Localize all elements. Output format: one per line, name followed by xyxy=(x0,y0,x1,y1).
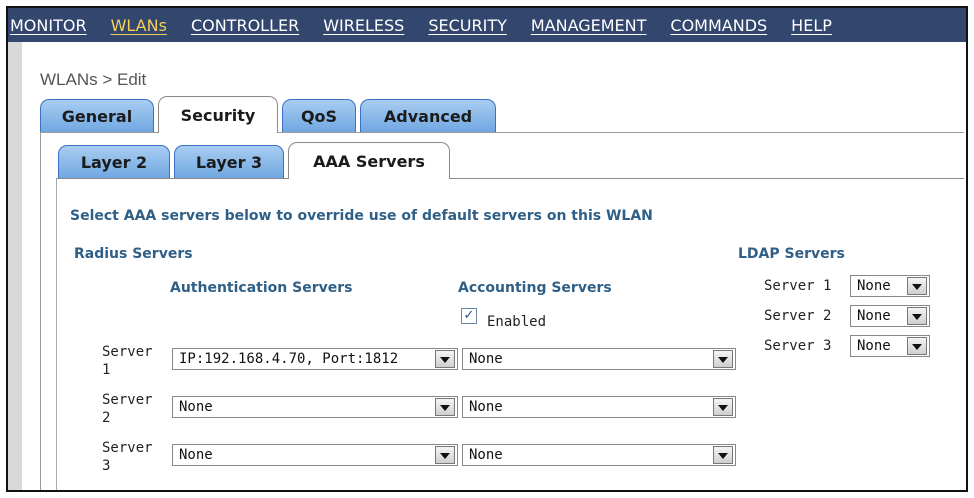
accounting-servers-heading: Accounting Servers xyxy=(458,280,612,296)
acct-server1-value: None xyxy=(469,351,503,367)
acct-server3-value: None xyxy=(469,447,503,463)
acct-server3-select[interactable]: None xyxy=(462,444,736,466)
auth-server3-select[interactable]: None xyxy=(172,444,458,466)
nav-management[interactable]: MANAGEMENT xyxy=(519,16,659,35)
radius-server3-number: 3 xyxy=(102,458,111,474)
chevron-down-icon[interactable] xyxy=(435,446,455,464)
subtab-layer2-label: Layer 2 xyxy=(80,153,148,172)
acct-server1-select[interactable]: None xyxy=(462,348,736,370)
chevron-down-icon[interactable] xyxy=(713,398,733,416)
auth-server3-value: None xyxy=(179,447,213,463)
window-frame: MONITOR WLANs CONTROLLER WIRELESS SECURI… xyxy=(6,6,968,492)
subtab-layer3-label: Layer 3 xyxy=(195,153,263,172)
page-title: WLANs > Edit xyxy=(40,70,147,89)
nav-commands[interactable]: COMMANDS xyxy=(658,16,779,35)
ldap-server1-select[interactable]: None xyxy=(850,275,930,297)
nav-security[interactable]: SECURITY xyxy=(416,16,519,35)
chevron-down-icon[interactable] xyxy=(907,307,927,325)
nav-controller[interactable]: CONTROLLER xyxy=(179,16,311,35)
radius-server1-number: 1 xyxy=(102,362,111,378)
chevron-down-icon[interactable] xyxy=(713,350,733,368)
radius-server2-number: 2 xyxy=(102,410,111,426)
acct-server2-select[interactable]: None xyxy=(462,396,736,418)
tab-qos[interactable]: QoS xyxy=(282,99,356,133)
tab-qos-label: QoS xyxy=(300,107,338,126)
ldap-server3-label: Server 3 xyxy=(764,338,832,354)
tab-general[interactable]: General xyxy=(40,99,154,133)
subtab-layer3[interactable]: Layer 3 xyxy=(174,145,284,179)
ldap-server1-label: Server 1 xyxy=(764,278,832,294)
ldap-server3-select[interactable]: None xyxy=(850,335,930,357)
authentication-servers-heading: Authentication Servers xyxy=(170,280,353,296)
override-description: Select AAA servers below to override use… xyxy=(70,208,653,224)
left-gutter xyxy=(8,42,22,490)
nav-wireless[interactable]: WIRELESS xyxy=(311,16,416,35)
tab-general-label: General xyxy=(61,107,133,126)
chevron-down-icon[interactable] xyxy=(435,398,455,416)
subtab-layer2[interactable]: Layer 2 xyxy=(58,145,170,179)
auth-server1-value: IP:192.168.4.70, Port:1812 xyxy=(179,351,399,367)
nav-monitor[interactable]: MONITOR xyxy=(8,16,99,35)
ldap-server2-select[interactable]: None xyxy=(850,305,930,327)
chevron-down-icon[interactable] xyxy=(907,337,927,355)
tab-security-label: Security xyxy=(180,105,256,125)
nav-wlans[interactable]: WLANs xyxy=(99,16,179,35)
nav-help[interactable]: HELP xyxy=(779,16,844,35)
ldap-server3-value: None xyxy=(857,338,891,354)
tab-security[interactable]: Security xyxy=(158,96,278,133)
accounting-enabled-checkbox[interactable]: ✓ xyxy=(461,308,477,324)
top-nav-bar: MONITOR WLANs CONTROLLER WIRELESS SECURI… xyxy=(8,8,966,42)
auth-server1-select[interactable]: IP:192.168.4.70, Port:1812 xyxy=(172,348,458,370)
radius-server1-label: Server xyxy=(102,344,153,360)
chevron-down-icon[interactable] xyxy=(435,350,455,368)
ldap-servers-heading: LDAP Servers xyxy=(738,246,845,262)
auth-server2-value: None xyxy=(179,399,213,415)
subtab-aaa-servers[interactable]: AAA Servers xyxy=(288,142,450,179)
chevron-down-icon[interactable] xyxy=(907,277,927,295)
ldap-server1-value: None xyxy=(857,278,891,294)
chevron-down-icon[interactable] xyxy=(713,446,733,464)
radius-servers-heading: Radius Servers xyxy=(74,246,193,262)
tab-advanced[interactable]: Advanced xyxy=(360,99,496,133)
acct-server2-value: None xyxy=(469,399,503,415)
tab-advanced-label: Advanced xyxy=(383,107,473,126)
subtab-aaa-servers-label: AAA Servers xyxy=(313,151,425,171)
ldap-server2-label: Server 2 xyxy=(764,308,832,324)
radius-server2-label: Server xyxy=(102,392,153,408)
accounting-enabled-label: Enabled xyxy=(487,314,547,330)
ldap-server2-value: None xyxy=(857,308,891,324)
radius-server3-label: Server xyxy=(102,440,153,456)
auth-server2-select[interactable]: None xyxy=(172,396,458,418)
